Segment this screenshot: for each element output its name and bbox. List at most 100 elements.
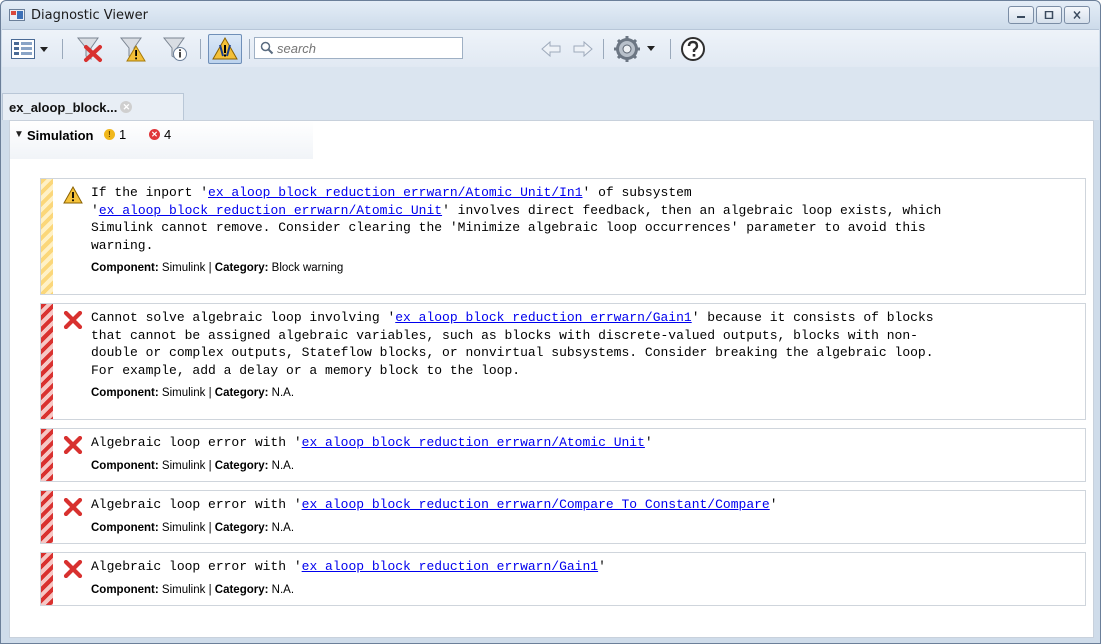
message-meta: Component: Simulink | Category: N.A. bbox=[91, 522, 294, 534]
message-text-segment: Algebraic loop error with ' bbox=[91, 435, 302, 450]
app-icon bbox=[9, 9, 25, 21]
filter-info-button[interactable] bbox=[158, 34, 192, 64]
message-text-segment: ' bbox=[644, 435, 653, 450]
error-icon bbox=[63, 497, 83, 517]
message-meta: Component: Simulink | Category: N.A. bbox=[91, 584, 294, 596]
next-arrow-icon bbox=[573, 40, 593, 58]
message-text: Algebraic loop error with 'ex_aloop_bloc… bbox=[91, 558, 1079, 576]
message-text-segment: Cannot solve algebraic loop involving ' bbox=[91, 310, 396, 325]
search-input[interactable] bbox=[275, 39, 460, 57]
block-path-link[interactable]: ex_aloop_block_reduction_errwarn/Gain1 bbox=[395, 310, 691, 325]
warning-count: ! 1 bbox=[104, 127, 126, 142]
filter-errors-button[interactable] bbox=[72, 34, 106, 64]
toolbar-separator bbox=[603, 39, 604, 59]
simulation-group-header[interactable]: ▼ Simulation ! 1 ✕ 4 bbox=[10, 121, 313, 159]
warning-count-value: 1 bbox=[119, 127, 127, 142]
tab-label: ex_aloop_block... bbox=[9, 99, 118, 115]
block-path-link[interactable]: ex_aloop_block_reduction_errwarn/Atomic … bbox=[302, 435, 645, 450]
message-meta: Component: Simulink | Category: N.A. bbox=[91, 387, 294, 399]
close-button[interactable] bbox=[1064, 6, 1090, 24]
tab-ex-aloop-block[interactable]: ex_aloop_block... ✕ bbox=[2, 93, 184, 120]
highlight-warnings-toggle[interactable] bbox=[208, 34, 242, 64]
toolbar-separator bbox=[249, 39, 250, 59]
component-value: Simulink bbox=[158, 521, 206, 534]
severity-stripe bbox=[41, 179, 53, 294]
message-text: Algebraic loop error with 'ex_aloop_bloc… bbox=[91, 434, 1079, 452]
search-box[interactable] bbox=[254, 37, 463, 59]
block-path-link[interactable]: ex_aloop_block_reduction_errwarn/Atomic … bbox=[208, 185, 582, 200]
toolbar-separator bbox=[62, 39, 63, 59]
message-meta: Component: Simulink | Category: N.A. bbox=[91, 460, 294, 472]
category-value: N.A. bbox=[268, 459, 295, 472]
message-text-segment: If the inport ' bbox=[91, 185, 209, 200]
toolbar-separator bbox=[200, 39, 201, 59]
previous-button[interactable] bbox=[538, 34, 564, 64]
diagnostic-message-error[interactable]: Algebraic loop error with 'ex_aloop_bloc… bbox=[40, 490, 1086, 544]
block-path-link[interactable]: ex_aloop_block_reduction_errwarn/Atomic … bbox=[99, 203, 442, 218]
message-text-segment: ' bbox=[598, 559, 606, 574]
meta-separator: | bbox=[205, 262, 215, 274]
component-label: Component: bbox=[91, 583, 159, 596]
prev-arrow-icon bbox=[541, 40, 561, 58]
tab-close-icon[interactable]: ✕ bbox=[120, 101, 133, 113]
meta-separator: | bbox=[205, 583, 215, 596]
error-icon bbox=[63, 310, 83, 330]
category-label: Category: bbox=[214, 521, 269, 534]
diagnostic-message-error[interactable]: Algebraic loop error with 'ex_aloop_bloc… bbox=[40, 428, 1086, 482]
window-title: Diagnostic Viewer bbox=[31, 8, 148, 23]
category-value: N.A. bbox=[268, 387, 295, 399]
title-bar[interactable]: Diagnostic Viewer bbox=[1, 1, 1100, 29]
highlight-warnings-icon bbox=[212, 36, 238, 60]
component-label: Component: bbox=[91, 262, 159, 274]
severity-stripe bbox=[41, 304, 53, 419]
component-label: Component: bbox=[91, 459, 159, 472]
warning-icon bbox=[63, 185, 83, 204]
block-path-link[interactable]: ex_aloop_block_reduction_errwarn/Compare… bbox=[302, 497, 770, 512]
diagnostic-message-error[interactable]: Cannot solve algebraic loop involving 'e… bbox=[40, 303, 1086, 420]
category-value: N.A. bbox=[268, 583, 295, 596]
message-text: Cannot solve algebraic loop involving 'e… bbox=[91, 309, 1079, 379]
severity-stripe bbox=[41, 491, 53, 543]
next-button[interactable] bbox=[570, 34, 596, 64]
meta-separator: | bbox=[205, 521, 215, 534]
category-label: Category: bbox=[214, 583, 269, 596]
severity-stripe bbox=[41, 429, 53, 481]
maximize-button[interactable] bbox=[1036, 6, 1062, 24]
category-label: Category: bbox=[214, 387, 269, 399]
minimize-button[interactable] bbox=[1008, 6, 1034, 24]
toolbar-separator bbox=[670, 39, 671, 59]
severity-stripe bbox=[41, 553, 53, 605]
minimize-icon bbox=[1017, 16, 1025, 18]
component-label: Component: bbox=[91, 387, 159, 399]
message-meta: Component: Simulink | Category: Block wa… bbox=[91, 262, 343, 274]
settings-button[interactable] bbox=[612, 34, 662, 64]
category-value: Block warning bbox=[268, 262, 344, 274]
error-count: ✕ 4 bbox=[149, 127, 171, 142]
category-label: Category: bbox=[214, 262, 269, 274]
help-button[interactable] bbox=[678, 34, 708, 64]
component-value: Simulink bbox=[158, 583, 206, 596]
tab-strip: ex_aloop_block... ✕ bbox=[2, 67, 1099, 120]
search-icon bbox=[260, 41, 274, 55]
category-value: N.A. bbox=[268, 521, 295, 534]
error-count-icon: ✕ bbox=[149, 129, 160, 140]
diagnostic-message-warning[interactable]: If the inport 'ex_aloop_block_reduction_… bbox=[40, 178, 1086, 295]
component-value: Simulink bbox=[158, 262, 206, 274]
view-menu-icon bbox=[11, 39, 48, 59]
filter-info-icon bbox=[162, 37, 187, 61]
error-icon bbox=[63, 435, 83, 455]
maximize-icon bbox=[1044, 11, 1054, 19]
group-label: Simulation bbox=[27, 128, 94, 143]
block-path-link[interactable]: ex_aloop_block_reduction_errwarn/Gain1 bbox=[302, 559, 598, 574]
filter-warnings-icon bbox=[119, 37, 146, 62]
error-icon bbox=[63, 559, 83, 579]
diagnostic-viewer-window: Diagnostic Viewer search ex_aloop_block.… bbox=[0, 0, 1101, 644]
component-label: Component: bbox=[91, 521, 159, 534]
filter-warnings-button[interactable] bbox=[115, 34, 149, 64]
settings-icon bbox=[614, 36, 655, 62]
diagnostics-pane: ▼ Simulation ! 1 ✕ 4 If the inport 'ex_a… bbox=[9, 120, 1094, 638]
filter-errors-icon bbox=[76, 37, 102, 62]
view-menu-button[interactable] bbox=[8, 34, 54, 64]
diagnostic-message-error[interactable]: Algebraic loop error with 'ex_aloop_bloc… bbox=[40, 552, 1086, 606]
collapse-caret-icon[interactable]: ▼ bbox=[14, 129, 24, 140]
